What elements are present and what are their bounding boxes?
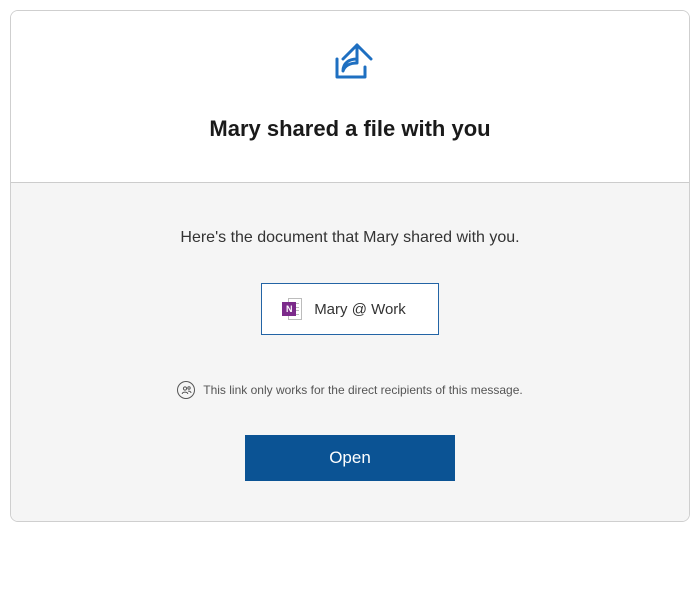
recipients-notice-text: This link only works for the direct reci… xyxy=(203,383,522,397)
recipients-icon xyxy=(177,381,195,399)
card-header: Mary shared a file with you xyxy=(11,11,689,182)
share-icon xyxy=(327,41,373,86)
shared-file-button[interactable]: N Mary @ Work xyxy=(261,283,439,335)
onenote-file-icon: N xyxy=(282,298,302,320)
card-body: Here's the document that Mary shared wit… xyxy=(11,182,689,521)
share-message: Here's the document that Mary shared wit… xyxy=(31,229,669,247)
recipients-notice: This link only works for the direct reci… xyxy=(31,381,669,399)
share-notification-card: Mary shared a file with you Here's the d… xyxy=(10,10,690,522)
page-title: Mary shared a file with you xyxy=(31,116,669,142)
open-button[interactable]: Open xyxy=(245,435,455,481)
shared-file-name: Mary @ Work xyxy=(314,301,406,318)
